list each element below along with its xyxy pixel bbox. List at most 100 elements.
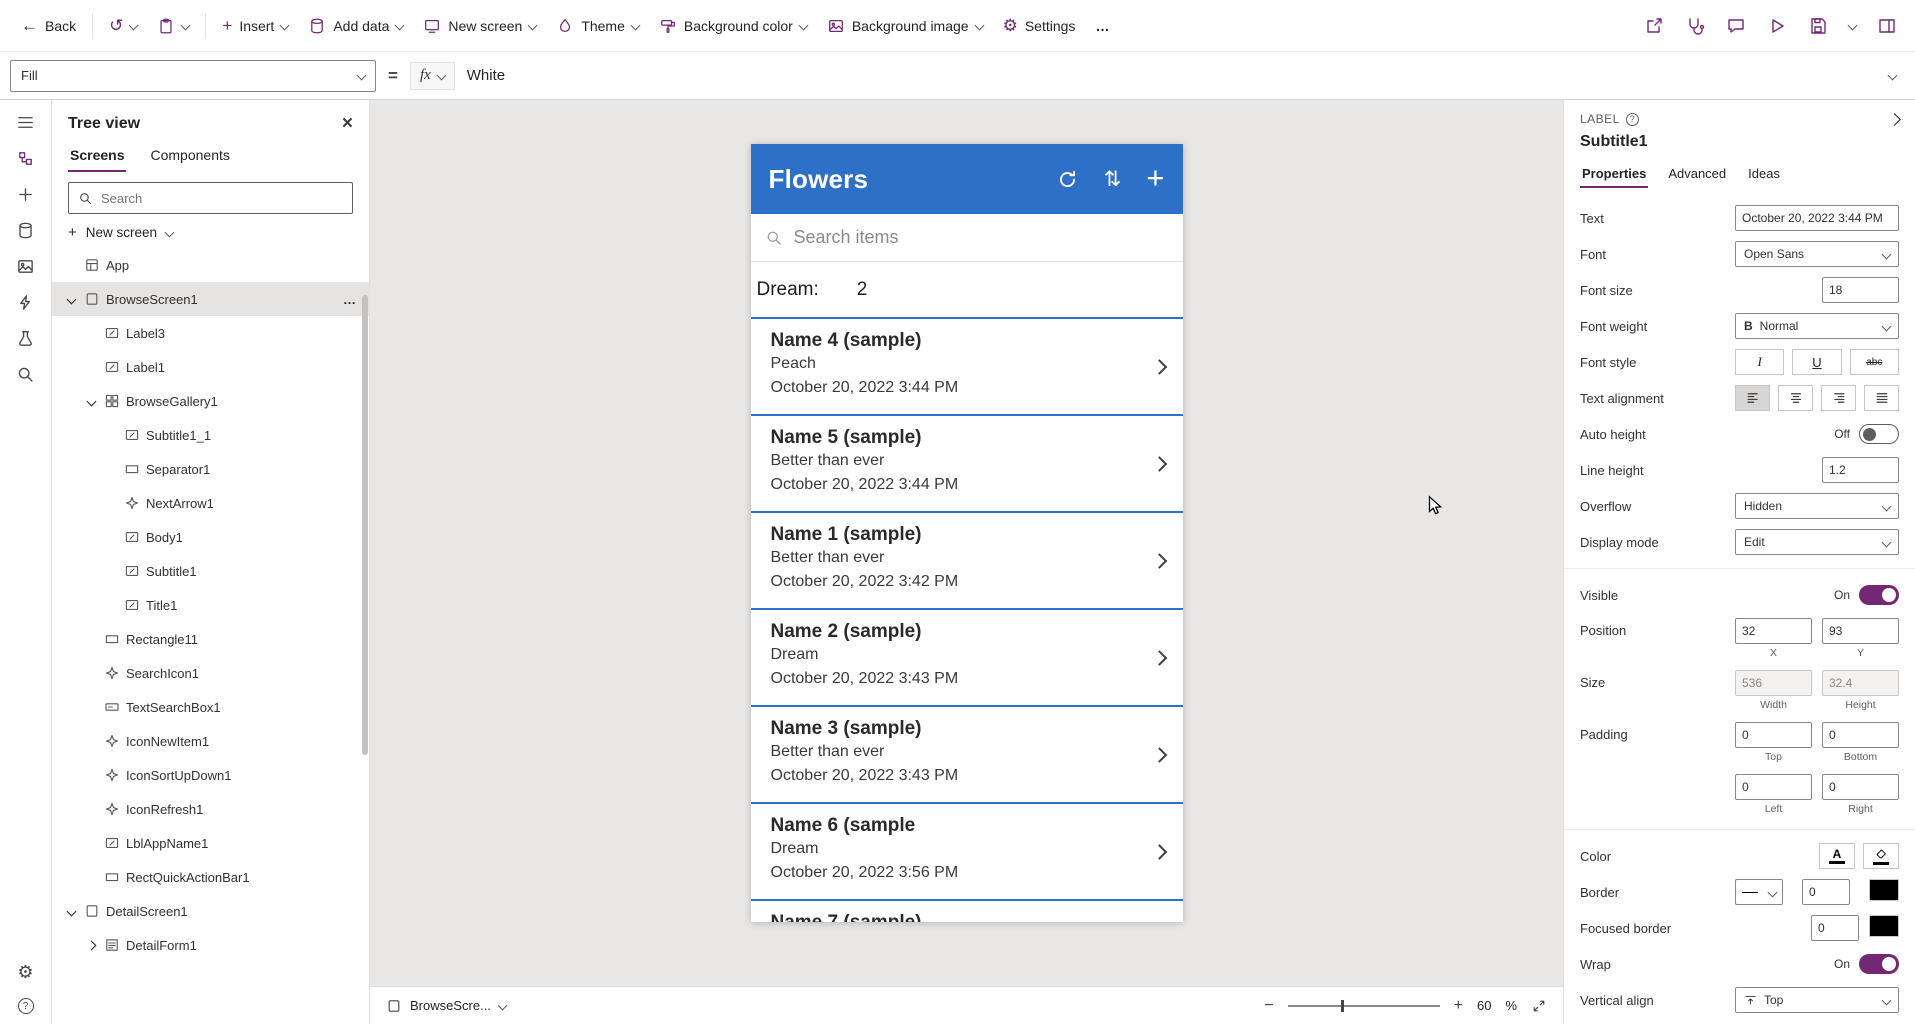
tree-item-detailscreen1[interactable]: DetailScreen1: [52, 894, 369, 928]
back-button[interactable]: ← Back: [12, 10, 85, 41]
chevron-right-icon[interactable]: [86, 940, 96, 950]
border-width-input[interactable]: [1802, 879, 1850, 905]
next-arrow-icon[interactable]: [1151, 359, 1167, 375]
tree-item-searchicon1[interactable]: SearchIcon1: [52, 656, 369, 690]
fx-button[interactable]: fx: [410, 62, 455, 90]
tab-advanced[interactable]: Advanced: [1666, 159, 1728, 188]
tree-item-rectquickactionbar1[interactable]: RectQuickActionBar1: [52, 860, 369, 894]
tree-search-input[interactable]: [101, 191, 343, 206]
add-data-button[interactable]: Add data: [299, 10, 412, 42]
zoom-in-icon[interactable]: +: [1454, 997, 1463, 1015]
sort-icon[interactable]: ⇅: [1104, 169, 1122, 190]
padding-left-input[interactable]: [1735, 774, 1812, 800]
app-preview[interactable]: Flowers ⇅ + Search items Dream: 2 N: [751, 144, 1183, 922]
chevron-down-icon[interactable]: [497, 1001, 507, 1011]
tab-components[interactable]: Components: [148, 139, 231, 172]
border-color-swatch[interactable]: [1869, 879, 1899, 901]
tab-properties[interactable]: Properties: [1580, 159, 1648, 188]
overflow-select[interactable]: Hidden: [1735, 493, 1899, 519]
tree-item-title1[interactable]: Title1: [52, 588, 369, 622]
underline-button[interactable]: U: [1792, 349, 1841, 375]
settings-gear-icon[interactable]: ⚙: [17, 963, 33, 981]
tree-item-body1[interactable]: Body1: [52, 520, 369, 554]
tree-item-lblappname1[interactable]: LblAppName1: [52, 826, 369, 860]
hamburger-menu-icon[interactable]: [16, 113, 35, 132]
help-icon[interactable]: ?: [18, 998, 34, 1014]
font-select[interactable]: Open Sans: [1735, 241, 1899, 267]
list-item[interactable]: Name 1 (sample) Better than ever October…: [751, 511, 1183, 608]
list-item[interactable]: Name 4 (sample) Peach October 20, 2022 3…: [751, 317, 1183, 414]
tree-item-separator1[interactable]: Separator1: [52, 452, 369, 486]
list-item[interactable]: Name 3 (sample) Better than ever October…: [751, 705, 1183, 802]
zoom-out-icon[interactable]: −: [1264, 997, 1273, 1015]
canvas-area[interactable]: Flowers ⇅ + Search items Dream: 2 N: [370, 100, 1563, 1024]
new-item-icon[interactable]: +: [1146, 162, 1164, 193]
line-height-input[interactable]: [1822, 457, 1899, 483]
power-automate-icon[interactable]: [16, 293, 35, 312]
tree-item-textsearchbox1[interactable]: TextSearchBox1: [52, 690, 369, 724]
property-select[interactable]: Fill: [10, 60, 376, 92]
next-arrow-icon[interactable]: [1151, 456, 1167, 472]
next-arrow-icon[interactable]: [1151, 844, 1167, 860]
app-search-box[interactable]: Search items: [751, 214, 1183, 262]
app-checker-icon[interactable]: [1685, 16, 1705, 36]
next-arrow-icon[interactable]: [1151, 553, 1167, 569]
zoom-slider-thumb[interactable]: [1341, 1000, 1344, 1012]
tree-view-icon[interactable]: [16, 149, 35, 168]
list-item[interactable]: Name 2 (sample) Dream October 20, 2022 3…: [751, 608, 1183, 705]
tab-ideas[interactable]: Ideas: [1746, 159, 1782, 188]
padding-top-input[interactable]: [1735, 722, 1812, 748]
chevron-down-icon[interactable]: [1848, 21, 1858, 31]
insert-icon[interactable]: [16, 185, 35, 204]
tree-item-subtitle1[interactable]: Subtitle1: [52, 554, 369, 588]
focused-border-color-swatch[interactable]: [1869, 915, 1899, 937]
font-size-input[interactable]: [1822, 277, 1899, 303]
data-icon[interactable]: [16, 221, 35, 240]
list-item[interactable]: Name 5 (sample) Better than ever October…: [751, 414, 1183, 511]
italic-button[interactable]: I: [1735, 349, 1784, 375]
new-screen-dropdown[interactable]: + New screen: [52, 216, 369, 248]
formula-expand-button[interactable]: [1869, 52, 1915, 99]
focused-border-width-input[interactable]: [1811, 915, 1859, 941]
list-item-cutoff[interactable]: Name 7 (sample): [751, 899, 1183, 922]
display-mode-select[interactable]: Edit: [1735, 529, 1899, 555]
padding-bottom-input[interactable]: [1822, 722, 1899, 748]
tree-item-app[interactable]: App: [52, 248, 369, 282]
play-preview-icon[interactable]: [1767, 16, 1787, 36]
formula-input[interactable]: [467, 67, 1857, 84]
theme-button[interactable]: Theme: [547, 10, 648, 42]
align-right-button[interactable]: [1821, 385, 1856, 411]
align-center-button[interactable]: [1778, 385, 1813, 411]
search-icon[interactable]: [16, 365, 35, 384]
strikethrough-button[interactable]: abc: [1850, 349, 1899, 375]
help-icon[interactable]: ?: [1626, 113, 1639, 126]
tree-item-iconrefresh1[interactable]: IconRefresh1: [52, 792, 369, 826]
wrap-toggle[interactable]: [1859, 954, 1899, 974]
more-options-button[interactable]: …: [343, 292, 357, 307]
tab-screens[interactable]: Screens: [68, 139, 126, 172]
tree-item-browsescreen1[interactable]: BrowseScreen1…: [52, 282, 369, 316]
align-left-button[interactable]: [1735, 385, 1770, 411]
background-image-button[interactable]: Background image: [818, 10, 992, 42]
chevron-down-icon[interactable]: [66, 294, 76, 304]
auto-height-toggle[interactable]: [1859, 424, 1899, 444]
border-style-select[interactable]: [1735, 879, 1783, 905]
advanced-tools-icon[interactable]: [16, 329, 35, 348]
tree-item-iconsortupdown1[interactable]: IconSortUpDown1: [52, 758, 369, 792]
tree-item-iconnewitem1[interactable]: IconNewItem1: [52, 724, 369, 758]
settings-button[interactable]: ⚙ Settings: [994, 10, 1085, 41]
share-icon[interactable]: [1644, 16, 1664, 36]
save-icon[interactable]: [1808, 16, 1828, 36]
undo-button[interactable]: ↺: [100, 10, 146, 41]
publish-icon[interactable]: [1877, 16, 1897, 36]
background-color-button[interactable]: Background color: [650, 10, 816, 42]
refresh-icon[interactable]: [1056, 168, 1079, 191]
position-y-input[interactable]: [1822, 618, 1899, 644]
fill-color-button[interactable]: [1863, 843, 1899, 869]
collapse-panel-icon[interactable]: [1888, 113, 1901, 126]
padding-right-input[interactable]: [1822, 774, 1899, 800]
position-x-input[interactable]: [1735, 618, 1812, 644]
more-commands-button[interactable]: …: [1086, 11, 1118, 41]
next-arrow-icon[interactable]: [1151, 747, 1167, 763]
media-icon[interactable]: [16, 257, 35, 276]
